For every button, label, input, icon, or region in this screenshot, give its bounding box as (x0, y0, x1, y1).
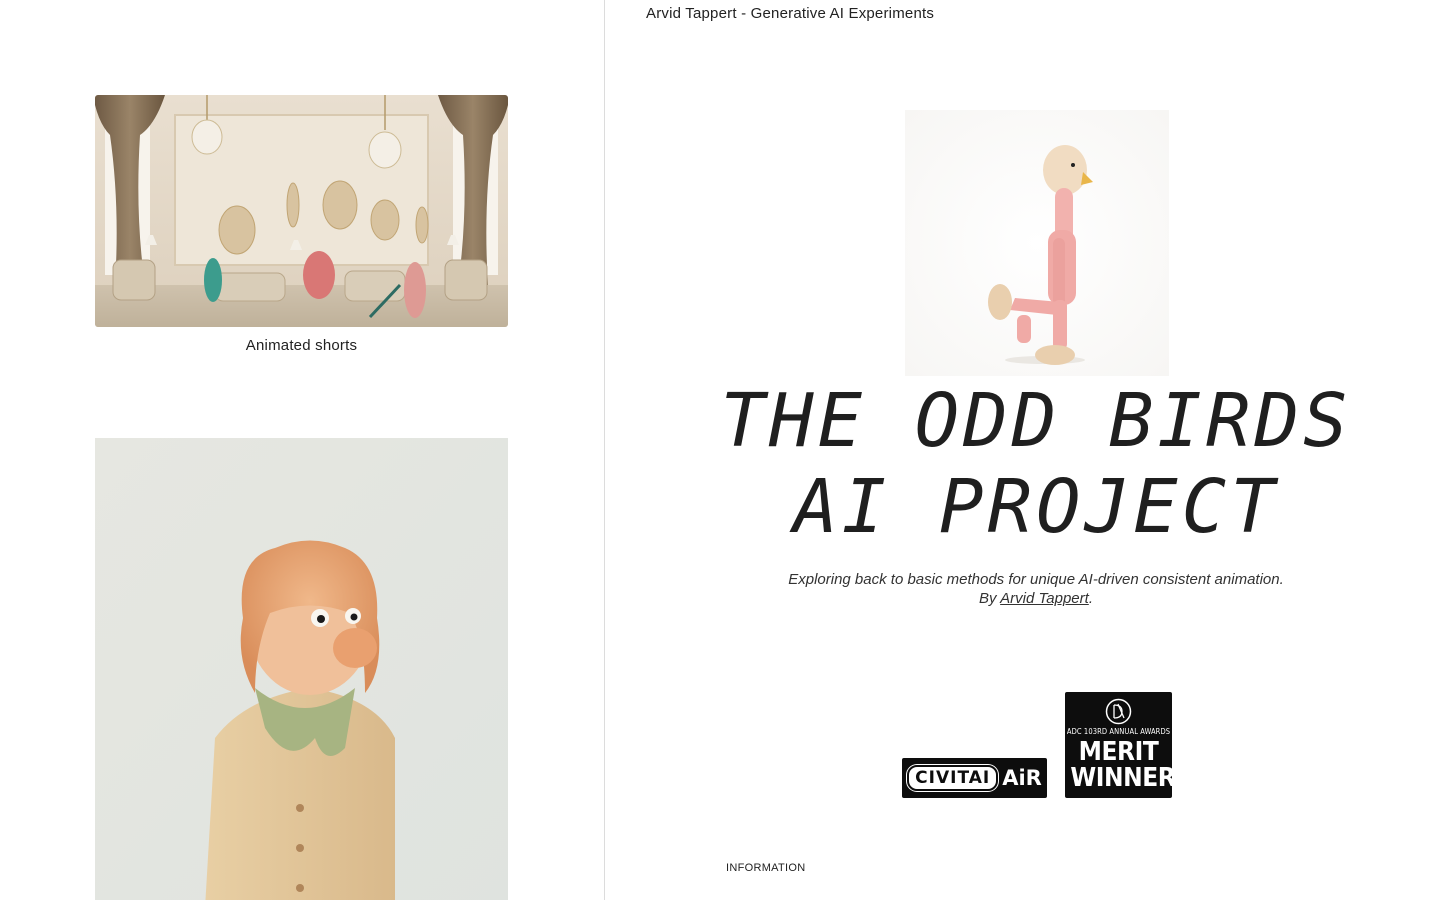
headline-line-1: THE ODD BIRDS (720, 378, 1352, 464)
adc-merit-text: MERIT (1078, 737, 1159, 767)
hero-subtitle: Exploring back to basic methods for uniq… (700, 570, 1372, 608)
pink-bird-figure-image (905, 110, 1169, 376)
page: Animated shorts Arvid Tappert - Generati… (0, 0, 1440, 900)
air-wordmark: AiR (1002, 766, 1042, 790)
subtitle-line-2: By Arvid Tappert. (700, 589, 1372, 608)
character-portrait-thumbnail[interactable] (95, 438, 508, 900)
site-title[interactable]: Arvid Tappert - Generative AI Experiment… (646, 5, 934, 22)
subtitle-line-1: Exploring back to basic methods for uniq… (788, 571, 1284, 588)
bird-character-portrait-image (95, 438, 508, 900)
animated-shorts-caption[interactable]: Animated shorts (95, 337, 508, 354)
author-link[interactable]: Arvid Tappert (1000, 590, 1089, 607)
column-divider (604, 0, 605, 900)
civitai-wordmark: CIVITAI (907, 765, 999, 791)
adc-awards-line: ADC 103RD ANNUAL AWARDS (1066, 727, 1171, 736)
animated-shorts-thumbnail[interactable] (95, 95, 508, 327)
adc-winner-text: WINNER (1070, 763, 1176, 793)
headline-line-2: AI PROJECT (793, 464, 1279, 550)
subtitle-by-text: By (979, 590, 1001, 607)
civitai-air-badge[interactable]: CIVITAI AiR (902, 758, 1047, 798)
information-link[interactable]: INFORMATION (726, 862, 805, 874)
hero-bird-image (905, 110, 1169, 376)
living-room-image (95, 95, 508, 327)
subtitle-end-text: . (1088, 590, 1093, 607)
adc-merit-winner-badge[interactable]: ADC 103RD ANNUAL AWARDS MERIT WINNER (1065, 692, 1176, 798)
sidebar-gallery: Animated shorts (0, 0, 604, 900)
page-headline: THE ODD BIRDS AI PROJECT (700, 378, 1372, 550)
adc-logo-icon (1105, 698, 1132, 725)
